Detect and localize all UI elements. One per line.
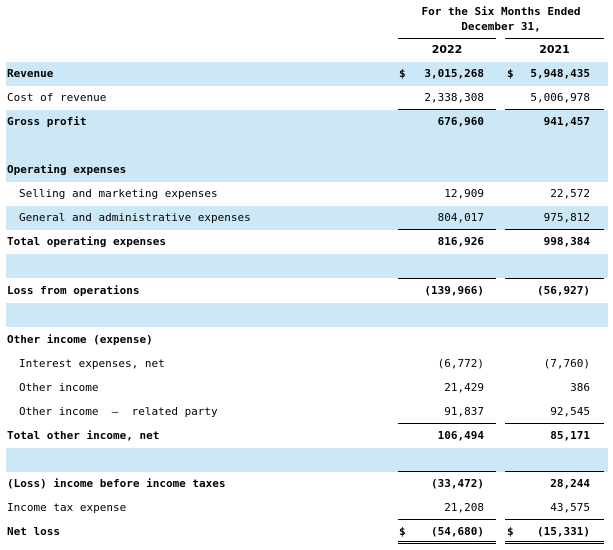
value-2022: 106,494 [437,429,484,442]
value-2022: 804,017 [437,211,484,224]
value-2022: (139,966) [424,284,484,297]
row-label: Operating expenses [7,163,127,176]
value-2022: 21,429 [444,381,484,394]
table-row: Net loss $ $ (54,680) (15,331) [6,520,608,544]
row-label: Gross profit [7,115,87,128]
table-row: Other income (expense) [6,328,608,352]
row-label: (Loss) income before income taxes [7,477,226,490]
row-label: Other income – related party [19,405,218,418]
row-label: Net loss [7,525,60,538]
value-2021: 85,171 [550,429,590,442]
value-2021: 941,457 [543,115,590,128]
value-2022: 2,338,308 [424,91,484,104]
total-double-rule [398,541,496,544]
value-2021: 5,948,435 [530,67,590,80]
column-header-2022: 2022 [431,43,463,56]
row-label: Revenue [7,67,54,80]
spacer-row [6,134,608,158]
period-header-line1: For the Six Months Ended [421,5,581,18]
table-row: Total operating expenses 816,926 998,384 [6,230,608,254]
value-2021: 28,244 [550,477,590,490]
table-row: Operating expenses [6,158,608,182]
spacer-row [6,254,608,278]
value-2022: 91,837 [444,405,484,418]
row-label: Total other income, net [7,429,160,442]
spacer-row [6,448,608,472]
value-2022: 676,960 [437,115,484,128]
value-2021: 43,575 [550,501,590,514]
column-header-2021: 2021 [539,43,570,56]
row-label: Selling and marketing expenses [19,187,218,200]
table-row: Cost of revenue 2,338,308 5,006,978 [6,86,608,110]
subtotal-rule [505,471,604,472]
value-2022: (33,472) [431,477,484,490]
subtotal-rule [505,278,604,279]
spacer-row [6,303,608,327]
table-row: Selling and marketing expenses 12,909 22,5… [6,182,608,206]
value-2022: 12,909 [444,187,484,200]
row-label: Loss from operations [7,284,140,297]
value-2022: (6,772) [437,357,484,370]
period-header-line2: December 31, [461,20,541,33]
value-2021: 92,545 [550,405,590,418]
value-2022: 21,208 [444,501,484,514]
row-label: Interest expenses, net [19,357,165,370]
table-row: Revenue $ $3,015,268 5,948,435 [6,62,608,86]
value-2021: 998,384 [543,235,590,248]
value-2021: 975,812 [543,211,590,224]
subtotal-rule [398,278,496,279]
row-label: General and administrative expenses [19,211,251,224]
row-label: Income tax expense [7,501,127,514]
table-row: Income tax expense 21,208 43,575 [6,496,608,520]
period-header: For the Six Months Ended December 31, [396,4,606,34]
table-row: General and administrative expenses 804,0… [6,206,608,230]
table-row: Interest expenses, net (6,772) (7,760) [6,352,608,376]
table-row: (Loss) income before income taxes (33,472… [6,471,608,496]
value-2021: 386 [570,381,590,394]
subtotal-rule [398,471,496,472]
value-2021: 5,006,978 [530,91,590,104]
value-2022: 816,926 [437,235,484,248]
header-rule-2022 [398,38,496,39]
row-label: Cost of revenue [7,91,107,104]
total-double-rule [505,541,604,544]
row-label: Other income (expense) [7,333,153,346]
table-row: Other income – related party 91,837 92,545 [6,400,608,424]
table-row: Loss from operations (139,966) (56,927) [6,278,608,303]
table-row: Total other income, net 106,494 85,171 [6,424,608,448]
value-2022: 3,015,268 [424,67,484,80]
value-2021: (56,927) [537,284,590,297]
row-label: Other income [19,381,99,394]
value-2021: 22,572 [550,187,590,200]
table-row: Gross profit 676,960 941,457 [6,110,608,134]
table-row: Other income 21,429 386 [6,376,608,400]
header-rule-2021 [505,38,604,39]
value-2021: (7,760) [543,357,590,370]
row-label: Total operating expenses [7,235,166,248]
